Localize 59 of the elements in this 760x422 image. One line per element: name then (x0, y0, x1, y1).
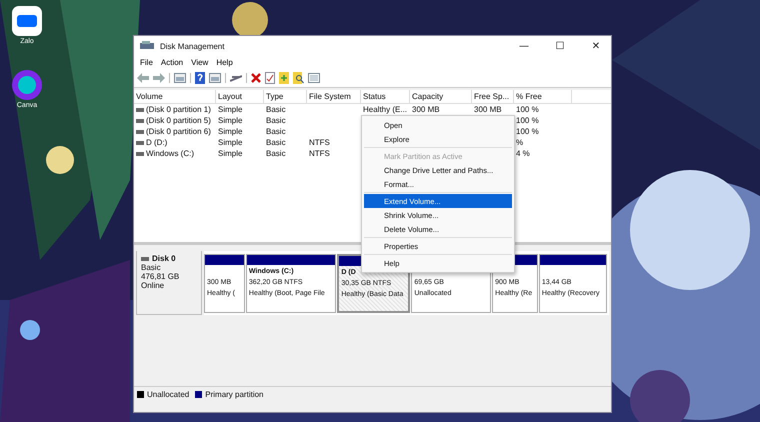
panel-icon[interactable] (174, 73, 186, 83)
table-cell: Simple (218, 105, 242, 114)
table-cell: Simple (218, 116, 242, 125)
table-cell: Simple (218, 149, 242, 158)
close-button[interactable]: ✕ (581, 36, 611, 56)
table-cell: Windows (C:) (146, 149, 194, 158)
table-cell: (Disk 0 partition 6) (146, 127, 211, 136)
drive-icon (141, 256, 149, 260)
table-cell: 100 % (516, 127, 539, 136)
table-cell: NTFS (309, 149, 330, 158)
disk-type: Basic (141, 263, 162, 272)
maximize-button[interactable]: ☐ (545, 36, 575, 56)
table-cell: Healthy (E... (363, 105, 408, 114)
disk-name: Disk 0 (152, 254, 176, 263)
table-cell: 4 % (516, 149, 530, 158)
menu-item[interactable]: View (188, 57, 212, 68)
design-app-icon[interactable] (12, 70, 42, 100)
table-cell: Basic (266, 127, 286, 136)
menu-item[interactable]: Action (158, 57, 186, 68)
menu-item[interactable]: Help (213, 57, 236, 68)
table-cell: (Disk 0 partition 5) (146, 116, 211, 125)
table-cell: % (516, 138, 524, 147)
table-cell: NTFS (309, 138, 330, 147)
column-header[interactable]: Capacity (410, 90, 472, 103)
table-cell: 100 % (516, 116, 539, 125)
disk-size: 476,81 GB (141, 272, 180, 281)
disk-management-icon (140, 41, 154, 51)
list-view-icon[interactable] (308, 73, 320, 83)
column-header[interactable]: File System (307, 90, 361, 103)
menu-item[interactable]: File (137, 57, 156, 68)
table-cell: 100 % (516, 105, 539, 114)
table-cell: Basic (266, 105, 286, 114)
table-cell: Simple (218, 127, 242, 136)
table-cell: 300 MB (474, 105, 502, 114)
table-cell: D (D:) (146, 138, 168, 147)
legend-label: Unallocated (147, 390, 190, 399)
connect-icon[interactable] (230, 73, 242, 83)
column-header[interactable]: Status (361, 90, 410, 103)
table-cell: (Disk 0 partition 1) (146, 105, 211, 114)
legend-label: Primary partition (205, 390, 264, 399)
minimize-button[interactable]: — (509, 36, 539, 56)
table-cell: Simple (218, 138, 242, 147)
table-cell: Basic (266, 149, 286, 158)
column-header[interactable]: Volume (134, 90, 216, 103)
disk-status: Online (141, 281, 166, 290)
column-header[interactable]: Type (264, 90, 307, 103)
table-cell: Basic (266, 138, 286, 147)
window-title: Disk Management (160, 42, 224, 50)
checked-document-icon[interactable] (265, 72, 275, 84)
table-cell: 300 MB (412, 105, 440, 114)
help-icon[interactable] (195, 72, 205, 84)
column-header[interactable]: Free Sp... (472, 90, 514, 103)
table-cell: Basic (266, 116, 286, 125)
delete-icon[interactable] (251, 73, 261, 83)
column-header[interactable]: Layout (216, 90, 264, 103)
search-icon[interactable] (293, 72, 304, 84)
column-header[interactable]: % Free (514, 90, 572, 103)
chat-app-icon[interactable] (12, 6, 42, 36)
panel-icon[interactable] (209, 73, 221, 83)
